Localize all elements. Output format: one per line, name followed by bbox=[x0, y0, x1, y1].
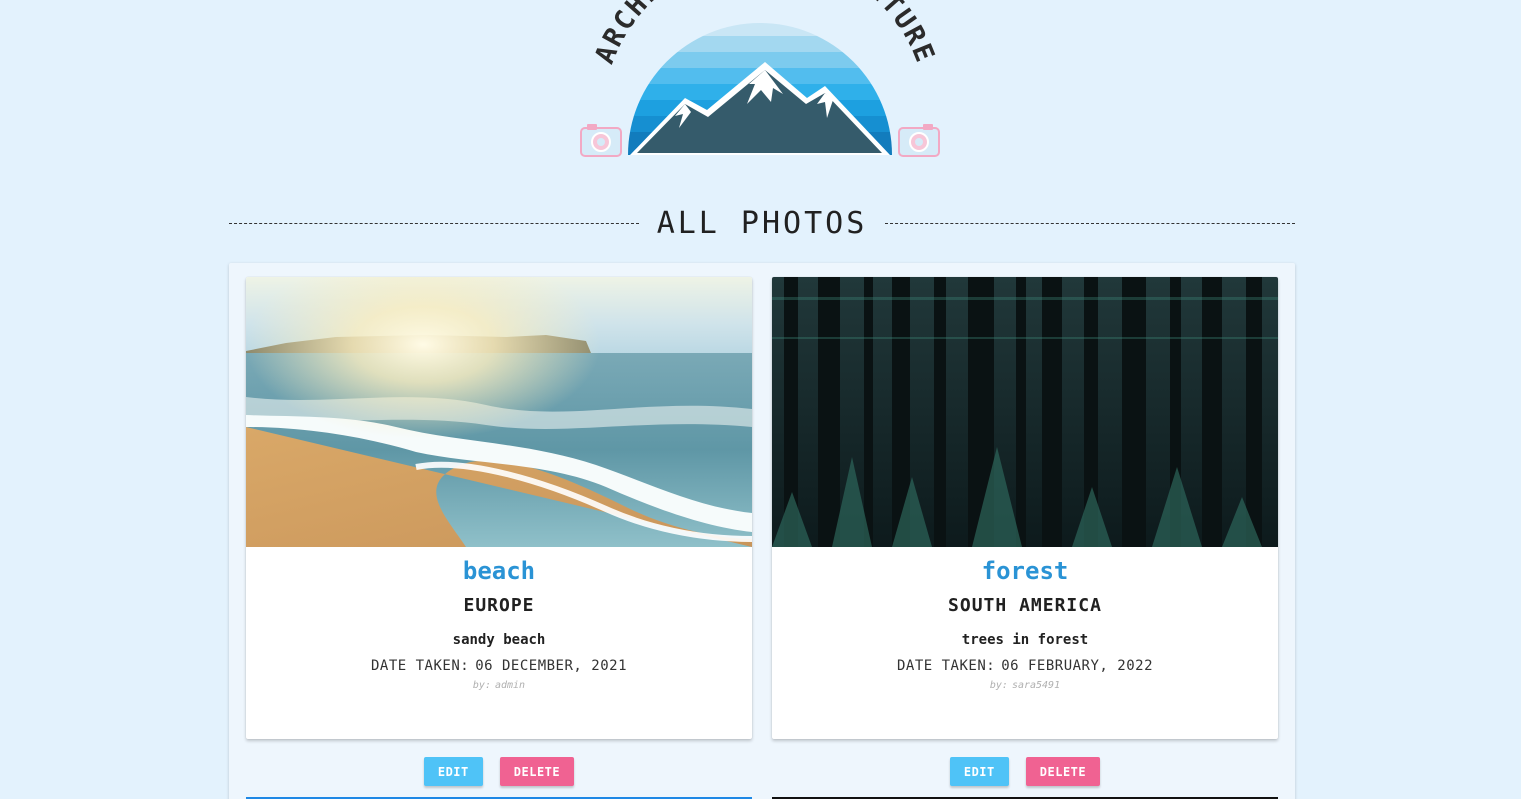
photo-date: DATE TAKEN: 06 FEBRUARY, 2022 bbox=[772, 658, 1278, 674]
divider-right bbox=[885, 222, 1295, 224]
divider-left bbox=[229, 222, 639, 224]
author-name: sara5491 bbox=[1011, 680, 1061, 691]
card-body: forest SOUTH AMERICA trees in forest DAT… bbox=[772, 557, 1278, 691]
photo-location: EUROPE bbox=[463, 595, 535, 616]
section-heading: ALL PHOTOS bbox=[229, 198, 1295, 248]
author-name: admin bbox=[494, 680, 526, 691]
photo-gallery: beach EUROPE sandy beach DATE TAKEN: 06 D… bbox=[229, 263, 1295, 799]
forest-photo[interactable] bbox=[772, 277, 1278, 547]
archive-your-adventure-logo[interactable]: ARCHIVE YOUR ADVENTURE bbox=[575, 0, 945, 165]
photo-title[interactable]: beach bbox=[246, 557, 752, 587]
card-actions: EDIT DELETE bbox=[772, 757, 1278, 786]
photo-description: sandy beach bbox=[452, 632, 546, 648]
date-label: DATE TAKEN: bbox=[370, 658, 470, 674]
delete-button[interactable]: DELETE bbox=[499, 757, 575, 786]
camera-icon bbox=[898, 124, 940, 157]
photo-author: by: admin bbox=[246, 680, 752, 691]
author-label: by: bbox=[989, 680, 1008, 691]
photo-date: DATE TAKEN: 06 DECEMBER, 2021 bbox=[246, 658, 752, 674]
card-actions: EDIT DELETE bbox=[246, 757, 752, 786]
edit-button[interactable]: EDIT bbox=[423, 757, 483, 786]
photo-title[interactable]: forest bbox=[772, 557, 1278, 587]
photo-card[interactable]: forest SOUTH AMERICA trees in forest DAT… bbox=[772, 277, 1278, 739]
page: ARCHIVE YOUR ADVENTURE ALL PHOTOS bbox=[0, 0, 1521, 799]
photo-author: by: sara5491 bbox=[772, 680, 1278, 691]
date-label: DATE TAKEN: bbox=[896, 658, 996, 674]
photo-description: trees in forest bbox=[961, 632, 1089, 648]
date-value: 06 FEBRUARY, 2022 bbox=[1001, 658, 1153, 674]
photo-location: SOUTH AMERICA bbox=[948, 595, 1102, 616]
page-title: ALL PHOTOS bbox=[656, 205, 868, 241]
edit-button[interactable]: EDIT bbox=[949, 757, 1009, 786]
card-body: beach EUROPE sandy beach DATE TAKEN: 06 D… bbox=[246, 557, 752, 691]
logo-graphic: ARCHIVE YOUR ADVENTURE bbox=[580, 0, 940, 157]
photo-card[interactable]: beach EUROPE sandy beach DATE TAKEN: 06 D… bbox=[246, 277, 752, 739]
camera-icon bbox=[580, 124, 622, 157]
date-value: 06 DECEMBER, 2021 bbox=[475, 658, 627, 674]
author-label: by: bbox=[472, 680, 491, 691]
beach-photo[interactable] bbox=[246, 277, 752, 547]
delete-button[interactable]: DELETE bbox=[1025, 757, 1101, 786]
